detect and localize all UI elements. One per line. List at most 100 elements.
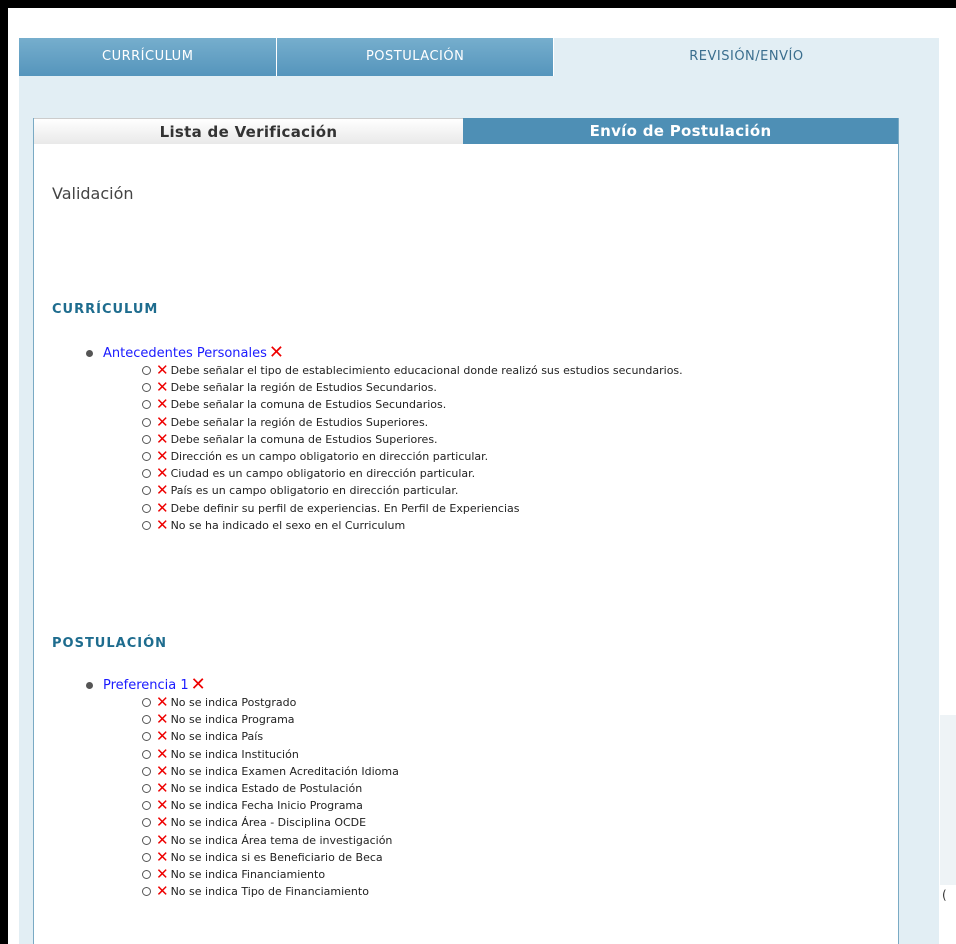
error-icon: ✕ (156, 710, 169, 729)
tab-revision-envio[interactable]: REVISIÓN/ENVÍO (553, 38, 939, 76)
error-message: No se indica Área tema de investigación (170, 833, 393, 847)
error-item: ✕ No se indica Institución (142, 746, 399, 763)
error-icon: ✕ (156, 813, 169, 832)
error-message: País es un campo obligatorio en direcció… (170, 484, 459, 498)
error-message: Debe señalar la región de Estudios Secun… (170, 381, 437, 395)
antecedentes-personales-link[interactable]: Antecedentes Personales (103, 346, 267, 361)
circle-bullet-icon (142, 366, 151, 376)
error-item: ✕ No se indica Estado de Postulación (142, 780, 399, 797)
error-message: No se indica Tipo de Financiamiento (170, 885, 369, 899)
error-icon: ✕ (156, 515, 169, 534)
error-message: Debe señalar el tipo de establecimiento … (170, 364, 683, 378)
circle-bullet-icon (142, 417, 151, 427)
error-icon: ✕ (156, 361, 169, 380)
error-icon: ✕ (156, 830, 169, 849)
side-shade (940, 715, 956, 885)
error-item: ✕ No se ha indicado el sexo en el Curricu… (142, 517, 683, 534)
error-message: Debe señalar la región de Estudios Super… (170, 415, 429, 429)
error-message: No se indica Estado de Postulación (170, 782, 363, 796)
error-icon: ✕ (156, 693, 169, 712)
error-icon: ✕ (156, 882, 169, 901)
error-message: No se indica Financiamiento (170, 867, 326, 881)
error-icon: ✕ (156, 744, 169, 763)
error-message: No se indica Postgrado (170, 696, 297, 710)
error-item: ✕ Debe señalar la comuna de Estudios Secu… (142, 396, 683, 413)
error-item: ✕ No se indica País (142, 728, 399, 745)
circle-bullet-icon (142, 503, 151, 513)
error-icon: ✕ (156, 481, 169, 500)
error-icon: ✕ (156, 378, 169, 397)
page-title: Validación (52, 184, 134, 203)
preferencia-1-link[interactable]: Preferencia 1 (103, 678, 189, 693)
validation-group-antecedentes: Antecedentes Personales ✕ ✕ Debe señalar … (86, 344, 683, 534)
circle-bullet-icon (142, 835, 151, 845)
tab-lista-verificacion[interactable]: Lista de Verificación (34, 118, 463, 144)
error-item: ✕ No se indica Programa (142, 711, 399, 728)
tab-envio-postulacion[interactable]: Envío de Postulación (463, 118, 898, 144)
error-item: ✕ Debe señalar la región de Estudios Secu… (142, 379, 683, 396)
bullet-icon (86, 681, 93, 689)
circle-bullet-icon (142, 852, 151, 862)
circle-bullet-icon (142, 383, 151, 393)
error-message: Debe definir su perfil de experiencias. … (170, 501, 520, 515)
circle-bullet-icon (142, 887, 151, 897)
error-item: ✕ Debe señalar la región de Estudios Supe… (142, 414, 683, 431)
circle-bullet-icon (142, 486, 151, 496)
error-icon: ✕ (268, 342, 284, 363)
error-message: No se indica Programa (170, 713, 295, 727)
validation-group-preferencia: Preferencia 1 ✕ ✕ No se indica Postgrado ✕… (86, 676, 399, 900)
error-item: ✕ No se indica si es Beneficiario de Beca (142, 849, 399, 866)
error-item: ✕ Ciudad es un campo obligatorio en direc… (142, 465, 683, 482)
application-container: CURRÍCULUM POSTULACIÓN REVISIÓN/ENVÍO Li… (19, 38, 939, 944)
error-icon: ✕ (156, 847, 169, 866)
circle-bullet-icon (142, 715, 151, 725)
error-icon: ✕ (156, 412, 169, 431)
error-message: Debe señalar la comuna de Estudios Super… (170, 432, 438, 446)
error-list: ✕ No se indica Postgrado ✕ No se indica Pro… (86, 694, 399, 900)
edge-fragment: ( (942, 888, 947, 902)
circle-bullet-icon (142, 818, 151, 828)
bullet-icon (86, 349, 93, 357)
circle-bullet-icon (142, 469, 151, 479)
error-item: ✕ No se indica Examen Acreditación Idioma (142, 763, 399, 780)
circle-bullet-icon (142, 732, 151, 742)
circle-bullet-icon (142, 801, 151, 811)
tab-postulacion[interactable]: POSTULACIÓN (277, 38, 554, 76)
error-item: ✕ No se indica Fecha Inicio Programa (142, 797, 399, 814)
error-item: ✕ No se indica Postgrado (142, 694, 399, 711)
section-title-postulacion: POSTULACIÓN (52, 636, 168, 651)
error-message: Debe señalar la comuna de Estudios Secun… (170, 398, 447, 412)
error-message: No se indica si es Beneficiario de Beca (170, 850, 383, 864)
error-icon: ✕ (156, 464, 169, 483)
error-item: ✕ No se indica Área tema de investigación (142, 832, 399, 849)
error-icon: ✕ (190, 674, 206, 695)
window-frame-left (0, 0, 8, 944)
error-icon: ✕ (156, 779, 169, 798)
error-list: ✕ Debe señalar el tipo de establecimiento… (86, 362, 683, 534)
error-icon: ✕ (156, 761, 169, 780)
main-tab-bar: CURRÍCULUM POSTULACIÓN REVISIÓN/ENVÍO (19, 38, 939, 76)
error-item: ✕ No se indica Financiamiento (142, 866, 399, 883)
error-message: No se indica Examen Acreditación Idioma (170, 764, 399, 778)
circle-bullet-icon (142, 749, 151, 759)
error-item: ✕ País es un campo obligatorio en direcci… (142, 482, 683, 499)
tab-curriculum[interactable]: CURRÍCULUM (19, 38, 278, 76)
error-icon: ✕ (156, 864, 169, 883)
error-message: No se indica Fecha Inicio Programa (170, 799, 363, 813)
error-icon: ✕ (156, 447, 169, 466)
window-frame-top (0, 0, 956, 8)
circle-bullet-icon (142, 434, 151, 444)
circle-bullet-icon (142, 869, 151, 879)
error-icon: ✕ (156, 429, 169, 448)
error-message: Dirección es un campo obligatorio en dir… (170, 450, 489, 464)
error-icon: ✕ (156, 727, 169, 746)
circle-bullet-icon (142, 698, 151, 708)
circle-bullet-icon (142, 520, 151, 530)
error-message: No se ha indicado el sexo en el Curricul… (170, 518, 406, 532)
group-header: Antecedentes Personales ✕ (86, 344, 683, 362)
error-message: Ciudad es un campo obligatorio en direcc… (170, 467, 476, 481)
error-item: ✕ Debe definir su perfil de experiencias.… (142, 500, 683, 517)
error-message: No se indica Área - Disciplina OCDE (170, 816, 367, 830)
error-message: No se indica País (170, 730, 264, 744)
error-item: ✕ Dirección es un campo obligatorio en di… (142, 448, 683, 465)
